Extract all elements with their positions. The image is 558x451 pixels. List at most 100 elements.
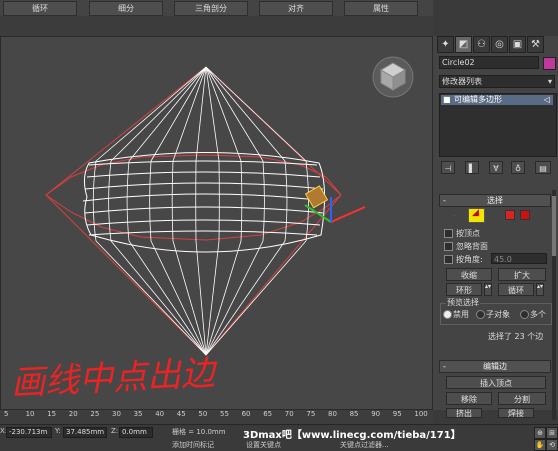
- selection-rollout-header[interactable]: - 选择: [439, 194, 551, 207]
- viewport-canvas[interactable]: 画线中点出边: [1, 37, 433, 410]
- extrude-button[interactable]: 挤出: [446, 408, 482, 418]
- timeline-tick-label: 20: [69, 410, 78, 418]
- loop-button[interactable]: 循环: [498, 283, 534, 296]
- timeline-ruler[interactable]: 5101520253035404550556065707580859095100: [0, 410, 433, 424]
- meridian-edge: [127, 161, 129, 241]
- shrink-button[interactable]: 收缩: [446, 268, 492, 281]
- meridian-edge: [206, 67, 219, 161]
- meridian-edge: [129, 67, 206, 161]
- z-coord-field[interactable]: 0.0mm: [119, 427, 153, 438]
- display-tab-icon[interactable]: ▣: [509, 36, 526, 53]
- preview-off-label: 禁用: [453, 309, 469, 320]
- pan-icon[interactable]: ✋: [534, 439, 546, 451]
- orbit-icon[interactable]: ⟲: [546, 439, 558, 451]
- grow-button[interactable]: 扩大: [498, 268, 546, 281]
- tab-properties[interactable]: 属性: [344, 1, 418, 16]
- preview-subobject-label: 子对象: [486, 309, 510, 320]
- loop-spinner[interactable]: ▴▾: [536, 283, 544, 296]
- pin-stack-icon[interactable]: ⊣: [441, 161, 455, 174]
- vertex-mode-icon[interactable]: ··: [452, 211, 460, 217]
- panel-scrollbar[interactable]: [552, 190, 556, 420]
- timeline-tick-label: 15: [47, 410, 56, 418]
- make-unique-icon[interactable]: ∀: [489, 161, 503, 174]
- modifier-stack: ■ 可编辑多边形 ◁: [439, 93, 557, 157]
- insert-vertex-button[interactable]: 插入顶点: [446, 376, 546, 389]
- meridian-edge: [111, 67, 206, 161]
- polygon-mode-icon[interactable]: [505, 210, 515, 220]
- preview-multiple-radio[interactable]: [520, 310, 529, 319]
- preview-selection-title: 预览选择: [446, 297, 480, 308]
- ring-edge: [89, 231, 317, 235]
- y-coord-field[interactable]: 37.485mm: [63, 427, 107, 438]
- tab-subdivide[interactable]: 细分: [89, 1, 163, 16]
- timeline-tick-label: 55: [220, 410, 229, 418]
- show-end-result-icon[interactable]: ▌: [465, 161, 479, 174]
- ignore-backfacing-checkbox[interactable]: [444, 242, 453, 251]
- object-name-field[interactable]: Circle02: [439, 56, 539, 69]
- edge-mode-button[interactable]: ◢: [468, 208, 485, 223]
- ring-spinner[interactable]: ▴▾: [484, 283, 492, 296]
- tab-triangulate[interactable]: 三角剖分: [174, 1, 248, 16]
- modify-tab-icon[interactable]: ◩: [455, 36, 472, 53]
- stack-item-editable-poly[interactable]: ■ 可编辑多边形 ◁: [441, 95, 553, 105]
- modifier-list-label: 修改器列表: [442, 77, 482, 86]
- y-coord-label: Y:: [55, 427, 61, 435]
- weld-button[interactable]: 焊接: [498, 408, 534, 418]
- timeline-tick-label: 80: [328, 410, 337, 418]
- meridian-edge: [206, 241, 306, 355]
- modifier-list-dropdown[interactable]: 修改器列表 ▾: [439, 75, 555, 88]
- edit-edges-rollout-header[interactable]: - 编辑边: [439, 360, 551, 373]
- perspective-viewport[interactable]: 画线中点出边: [0, 36, 433, 410]
- remove-button[interactable]: 移除: [446, 392, 492, 405]
- utilities-tab-icon[interactable]: ⚒: [527, 36, 544, 53]
- angle-spinner[interactable]: 45.0: [491, 253, 547, 264]
- rollout-collapse-icon: -: [443, 195, 446, 206]
- meridian-edge: [206, 67, 285, 161]
- hierarchy-tab-icon[interactable]: ⚇: [473, 36, 490, 53]
- tab-align[interactable]: 对齐: [259, 1, 333, 16]
- grid-size-text: 栅格 = 10.0mm: [172, 427, 226, 437]
- by-vertex-checkbox[interactable]: [444, 229, 453, 238]
- ignore-backfacing-label: 忽略背面: [456, 241, 488, 252]
- timeline-tick-label: 60: [242, 410, 251, 418]
- meridian-edge: [93, 161, 96, 241]
- mesh-silhouette: [84, 153, 324, 253]
- ring-edge: [87, 172, 320, 177]
- motion-tab-icon[interactable]: ◎: [491, 36, 508, 53]
- meridian-edge: [206, 241, 241, 355]
- meridian-edge: [241, 161, 242, 241]
- preview-off-radio[interactable]: [443, 310, 452, 319]
- element-mode-icon[interactable]: [520, 210, 530, 220]
- preview-subobject-radio[interactable]: [476, 310, 485, 319]
- timeline-tick-label: 85: [350, 410, 359, 418]
- meridian-edge: [172, 161, 173, 241]
- meridian-edge: [206, 241, 285, 355]
- meridian-edge: [206, 241, 219, 355]
- split-button[interactable]: 分割: [498, 392, 546, 405]
- meridian-edge: [206, 67, 263, 161]
- preview-multiple-label: 多个: [530, 309, 546, 320]
- zoom-all-icon[interactable]: ⊞: [546, 427, 558, 439]
- light-bulb-icon[interactable]: ■: [443, 95, 451, 104]
- ring-button[interactable]: 环形: [446, 283, 482, 296]
- selection-status-text: 选择了 23 个边: [488, 331, 543, 342]
- configure-sets-icon[interactable]: ▤: [535, 161, 551, 174]
- x-coord-field[interactable]: -230.713m: [6, 427, 52, 438]
- tab-loop[interactable]: 循环: [3, 1, 77, 16]
- timeline-tick-label: 25: [90, 410, 99, 418]
- create-tab-icon[interactable]: ✦: [437, 36, 454, 53]
- timeline-tick-label: 45: [177, 410, 186, 418]
- by-vertex-label: 按顶点: [456, 228, 480, 239]
- rollout-collapse-icon: -: [443, 361, 446, 372]
- remove-modifier-icon[interactable]: ♁: [511, 161, 525, 174]
- panel-scrollbar-thumb[interactable]: [552, 196, 556, 256]
- object-color-swatch[interactable]: [543, 57, 556, 70]
- ring-edge: [87, 220, 320, 225]
- edit-edges-rollout-title: 编辑边: [483, 362, 507, 371]
- timeline-tick-label: 50: [198, 410, 207, 418]
- move-gizmo-x-axis: [331, 207, 365, 222]
- timeline-tick-label: 30: [112, 410, 121, 418]
- by-angle-checkbox[interactable]: [444, 255, 453, 264]
- edge-icon: ◢: [472, 208, 479, 218]
- zoom-icon[interactable]: ⊕: [534, 427, 546, 439]
